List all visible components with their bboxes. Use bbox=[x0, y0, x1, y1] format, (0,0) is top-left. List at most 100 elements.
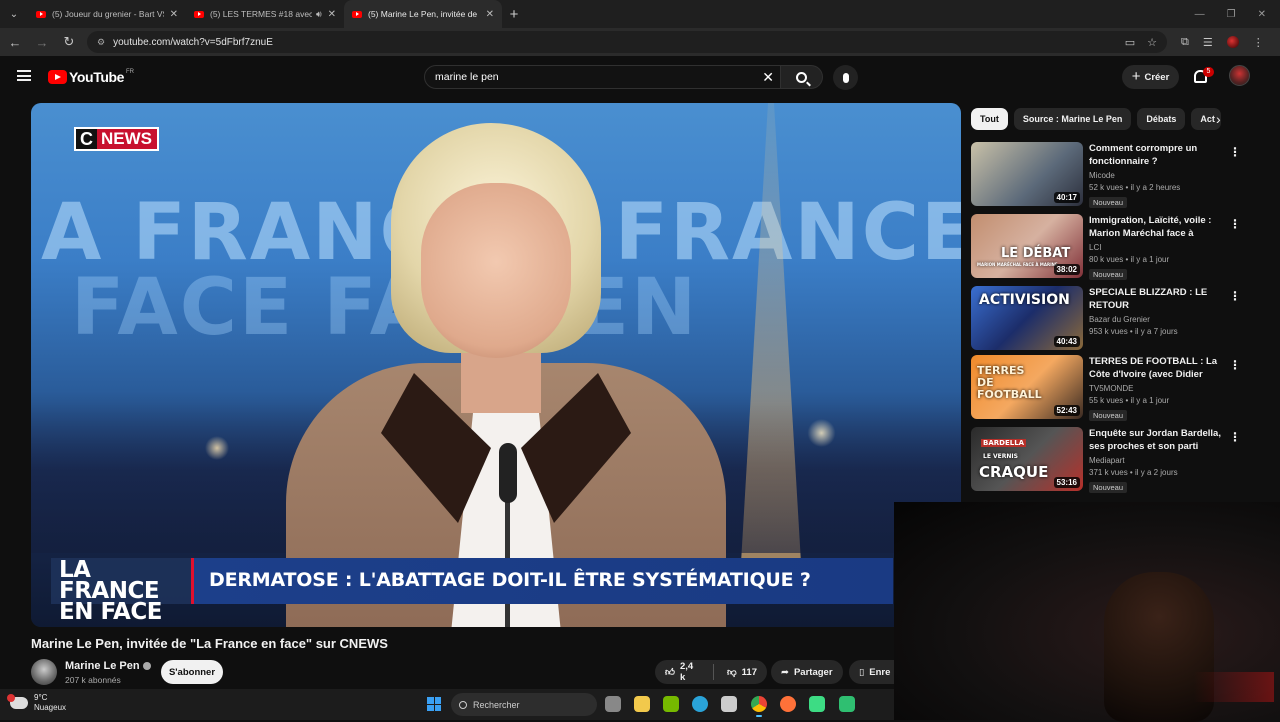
recommendation-title[interactable]: Immigration, Laïcité, voile : Marion Mar… bbox=[1089, 214, 1229, 240]
weather-widget[interactable]: 9°C Nuageux bbox=[7, 693, 66, 713]
tab-close-icon[interactable]: ✕ bbox=[486, 9, 494, 20]
recommendation-item[interactable]: BARDELLA LE VERNIS CRAQUE 53:16 Enquête … bbox=[971, 427, 1246, 493]
browser-tab-active[interactable]: (5) Marine Le Pen, invitée de ✕ bbox=[344, 0, 502, 28]
browser-tab[interactable]: (5) LES TERMES #18 avec la Tea 🔊︎ ✕ bbox=[186, 0, 344, 28]
video-thumbnail[interactable]: TERRES DE FOOTBALL 52:43 bbox=[971, 355, 1083, 419]
video-player[interactable]: A FRANCE A FRANCE FACE FACE EN C NEWS LA… bbox=[31, 103, 961, 627]
windows-taskbar: 9°C Nuageux Rechercher bbox=[0, 689, 894, 720]
youtube-header: YouTube FR marine le pen ✕ + Créer 5 bbox=[0, 56, 1280, 98]
account-avatar[interactable] bbox=[1229, 65, 1250, 86]
cast-icon[interactable]: ▭ bbox=[1125, 36, 1135, 49]
recommendation-channel[interactable]: Micode bbox=[1089, 171, 1229, 180]
create-label: Créer bbox=[1144, 71, 1170, 83]
recommendation-channel[interactable]: Bazar du Grenier bbox=[1089, 315, 1229, 324]
chip-source[interactable]: Source : Marine Le Pen bbox=[1013, 108, 1132, 130]
nvidia-icon[interactable] bbox=[663, 696, 679, 712]
filter-chips: Tout Source : Marine Le Pen Débats Act bbox=[971, 108, 1222, 130]
recommendation-item[interactable]: LE DÉBAT MARION MARÉCHAL FACE À MARINE 3… bbox=[971, 214, 1246, 280]
new-badge: Nouveau bbox=[1089, 482, 1128, 493]
windows-start-icon[interactable] bbox=[427, 697, 441, 711]
bookmark-star-icon[interactable]: ☆ bbox=[1147, 36, 1157, 49]
address-bar[interactable]: ⚙ youtube.com/watch?v=5dFbrf7znuE ▭ ☆ bbox=[87, 31, 1167, 53]
thumbnail-subtext: LE VERNIS bbox=[983, 453, 1018, 460]
recommendation-item[interactable]: 40:17 Comment corrompre un fonctionnaire… bbox=[971, 142, 1246, 208]
clear-search-icon[interactable]: ✕ bbox=[762, 69, 774, 86]
more-options-icon[interactable]: ⋮ bbox=[1229, 430, 1241, 444]
forward-arrow-icon[interactable]: → bbox=[30, 35, 54, 50]
browser-toolbar: ← → ↻ ⚙ youtube.com/watch?v=5dFbrf7znuE … bbox=[0, 28, 1280, 56]
game-app-icon[interactable] bbox=[839, 696, 855, 712]
back-arrow-icon[interactable]: ← bbox=[3, 35, 27, 50]
recommendation-channel[interactable]: LCI bbox=[1089, 243, 1229, 252]
dislike-count[interactable]: 117 bbox=[742, 667, 757, 678]
search-button[interactable] bbox=[781, 65, 823, 89]
create-button[interactable]: + Créer bbox=[1122, 65, 1179, 89]
channel-avatar[interactable] bbox=[31, 659, 57, 685]
new-tab-button[interactable]: + bbox=[502, 6, 526, 23]
edge-icon[interactable] bbox=[692, 696, 708, 712]
thumbnail-subtext: MARION MARÉCHAL FACE À MARINE bbox=[977, 262, 1058, 267]
browser-menu-icon[interactable]: ⋮ bbox=[1253, 36, 1264, 49]
video-thumbnail[interactable]: ACTIVISION 40:43 bbox=[971, 286, 1083, 350]
tab-close-icon[interactable]: ✕ bbox=[328, 9, 336, 20]
video-thumbnail[interactable]: BARDELLA LE VERNIS CRAQUE 53:16 bbox=[971, 427, 1083, 491]
show-name: LA FRANCE EN FACE bbox=[51, 558, 196, 624]
menu-hamburger-icon[interactable] bbox=[17, 70, 31, 81]
store-icon[interactable] bbox=[721, 696, 737, 712]
voice-search-button[interactable] bbox=[833, 65, 858, 90]
browser-tab-bar: ⌄ (5) Joueur du grenier - Bart VS ✕ (5) … bbox=[0, 0, 1280, 28]
reading-list-icon[interactable]: ☰ bbox=[1203, 36, 1213, 49]
chevron-right-icon[interactable]: › bbox=[1216, 111, 1221, 127]
weather-alert-icon bbox=[7, 694, 15, 702]
region-code: FR bbox=[126, 69, 135, 75]
app-icon[interactable] bbox=[809, 696, 825, 712]
like-count[interactable]: 2,4 k bbox=[680, 661, 700, 683]
extensions-icon[interactable]: ⧉ bbox=[1181, 36, 1189, 49]
more-options-icon[interactable]: ⋮ bbox=[1229, 145, 1241, 159]
taskbar-search[interactable]: Rechercher bbox=[451, 693, 597, 716]
thumbs-up-icon[interactable]: 👍︎ bbox=[665, 666, 675, 678]
recommendation-title[interactable]: Comment corrompre un fonctionnaire ? bbox=[1089, 142, 1229, 168]
video-thumbnail[interactable]: LE DÉBAT MARION MARÉCHAL FACE À MARINE 3… bbox=[971, 214, 1083, 278]
cloud-icon bbox=[7, 694, 28, 709]
tab-close-icon[interactable]: ✕ bbox=[170, 9, 178, 20]
share-button[interactable]: ➦ Partager bbox=[771, 660, 843, 684]
recommendation-channel[interactable]: Mediapart bbox=[1089, 456, 1229, 465]
more-options-icon[interactable]: ⋮ bbox=[1229, 289, 1241, 303]
recommendation-item[interactable]: TERRES DE FOOTBALL 52:43 TERRES DE FOOTB… bbox=[971, 355, 1246, 421]
thumbnail-text: LE DÉBAT bbox=[1001, 246, 1071, 261]
minimize-icon[interactable]: — bbox=[1195, 9, 1205, 20]
recommendation-title[interactable]: SPECIALE BLIZZARD : LE RETOUR bbox=[1089, 286, 1229, 312]
thumbs-down-icon[interactable]: 👎︎ bbox=[727, 666, 737, 678]
youtube-favicon-icon bbox=[36, 10, 46, 18]
search-input[interactable]: marine le pen ✕ bbox=[424, 65, 781, 89]
more-options-icon[interactable]: ⋮ bbox=[1229, 358, 1241, 372]
desk-microphone bbox=[499, 443, 517, 503]
browser-tab[interactable]: (5) Joueur du grenier - Bart VS ✕ bbox=[28, 0, 186, 28]
close-window-icon[interactable]: ✕ bbox=[1258, 9, 1266, 20]
channel-name[interactable]: Marine Le Pen bbox=[65, 660, 151, 672]
site-info-icon[interactable]: ⚙ bbox=[97, 37, 105, 48]
recommendation-title[interactable]: Enquête sur Jordan Bardella, ses proches… bbox=[1089, 427, 1229, 453]
chrome-icon[interactable] bbox=[751, 696, 767, 717]
more-options-icon[interactable]: ⋮ bbox=[1229, 217, 1241, 231]
subscribe-button[interactable]: S'abonner bbox=[161, 660, 223, 684]
task-view-icon[interactable] bbox=[605, 696, 621, 712]
tab-search-chevron-icon[interactable]: ⌄ bbox=[0, 0, 28, 28]
firefox-icon[interactable] bbox=[780, 696, 796, 712]
chip-all[interactable]: Tout bbox=[971, 108, 1008, 130]
reload-icon[interactable]: ↻ bbox=[57, 34, 81, 50]
recommendation-meta: 953 k vues • il y a 7 jours bbox=[1089, 327, 1178, 336]
profile-avatar-icon[interactable] bbox=[1226, 35, 1239, 48]
video-thumbnail[interactable]: 40:17 bbox=[971, 142, 1083, 206]
recommendation-title[interactable]: TERRES DE FOOTBALL : La Côte d'Ivoire (a… bbox=[1089, 355, 1229, 381]
search-icon bbox=[796, 71, 807, 83]
recommendation-channel[interactable]: TV5MONDE bbox=[1089, 384, 1229, 393]
chip-debates[interactable]: Débats bbox=[1137, 108, 1186, 130]
recommendation-meta: 80 k vues • il y a 1 jour bbox=[1089, 255, 1170, 264]
file-explorer-icon[interactable] bbox=[634, 696, 650, 712]
maximize-icon[interactable]: ❐ bbox=[1227, 9, 1236, 20]
tab-audio-icon[interactable]: 🔊︎ bbox=[316, 9, 322, 20]
recommendation-item[interactable]: ACTIVISION 40:43 SPECIALE BLIZZARD : LE … bbox=[971, 286, 1246, 350]
youtube-logo[interactable]: YouTube FR bbox=[48, 69, 134, 85]
